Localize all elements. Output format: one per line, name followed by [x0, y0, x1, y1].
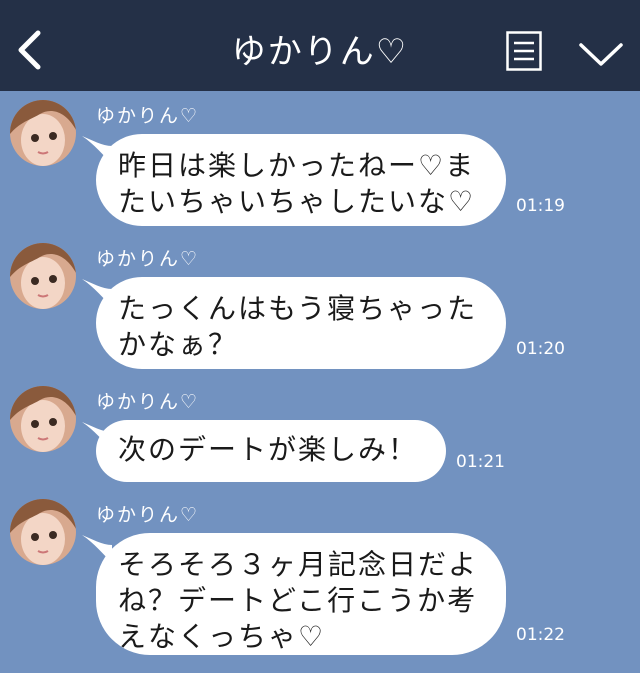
message-item: ゆかりん♡ たっくんはもう寝ちゃった かなぁ？ 01:20: [0, 243, 640, 373]
message-time: 01:22: [516, 625, 565, 645]
message-bubble[interactable]: 昨日は楽しかったねー♡ま たいちゃいちゃしたいな♡: [96, 134, 506, 226]
avatar[interactable]: [10, 100, 76, 166]
profile-photo-icon: [10, 499, 76, 565]
menu-list-icon: [506, 31, 542, 71]
sender-name: ゆかりん♡: [96, 248, 200, 270]
chat-title: ゆかりん♡: [231, 32, 409, 72]
avatar[interactable]: [10, 499, 76, 565]
menu-button[interactable]: [506, 31, 542, 71]
message-item: ゆかりん♡ 次のデートが楽しみ！ 01:21: [0, 386, 640, 486]
sender-name: ゆかりん♡: [96, 105, 200, 127]
message-bubble[interactable]: 次のデートが楽しみ！: [96, 420, 446, 482]
message-time: 01:20: [516, 339, 565, 359]
message-bubble[interactable]: そろそろ３ヶ月記念日だよ ね？デートどこ行こうか考 えなくっちゃ♡: [96, 533, 506, 655]
message-item: ゆかりん♡ そろそろ３ヶ月記念日だよ ね？デートどこ行こうか考 えなくっちゃ♡ …: [0, 499, 640, 669]
avatar[interactable]: [10, 386, 76, 452]
message-time: 01:21: [456, 452, 505, 472]
message-time: 01:19: [516, 196, 565, 216]
profile-photo-icon: [10, 243, 76, 309]
avatar[interactable]: [10, 243, 76, 309]
sender-name: ゆかりん♡: [96, 504, 200, 526]
more-options-button[interactable]: [578, 42, 624, 68]
profile-photo-icon: [10, 386, 76, 452]
sender-name: ゆかりん♡: [96, 391, 200, 413]
profile-photo-icon: [10, 100, 76, 166]
message-item: ゆかりん♡ 昨日は楽しかったねー♡ま たいちゃいちゃしたいな♡ 01:19: [0, 100, 640, 230]
chevron-down-icon: [579, 43, 623, 66]
chat-header: ゆかりん♡: [0, 0, 640, 91]
message-bubble[interactable]: たっくんはもう寝ちゃった かなぁ？: [96, 277, 506, 369]
